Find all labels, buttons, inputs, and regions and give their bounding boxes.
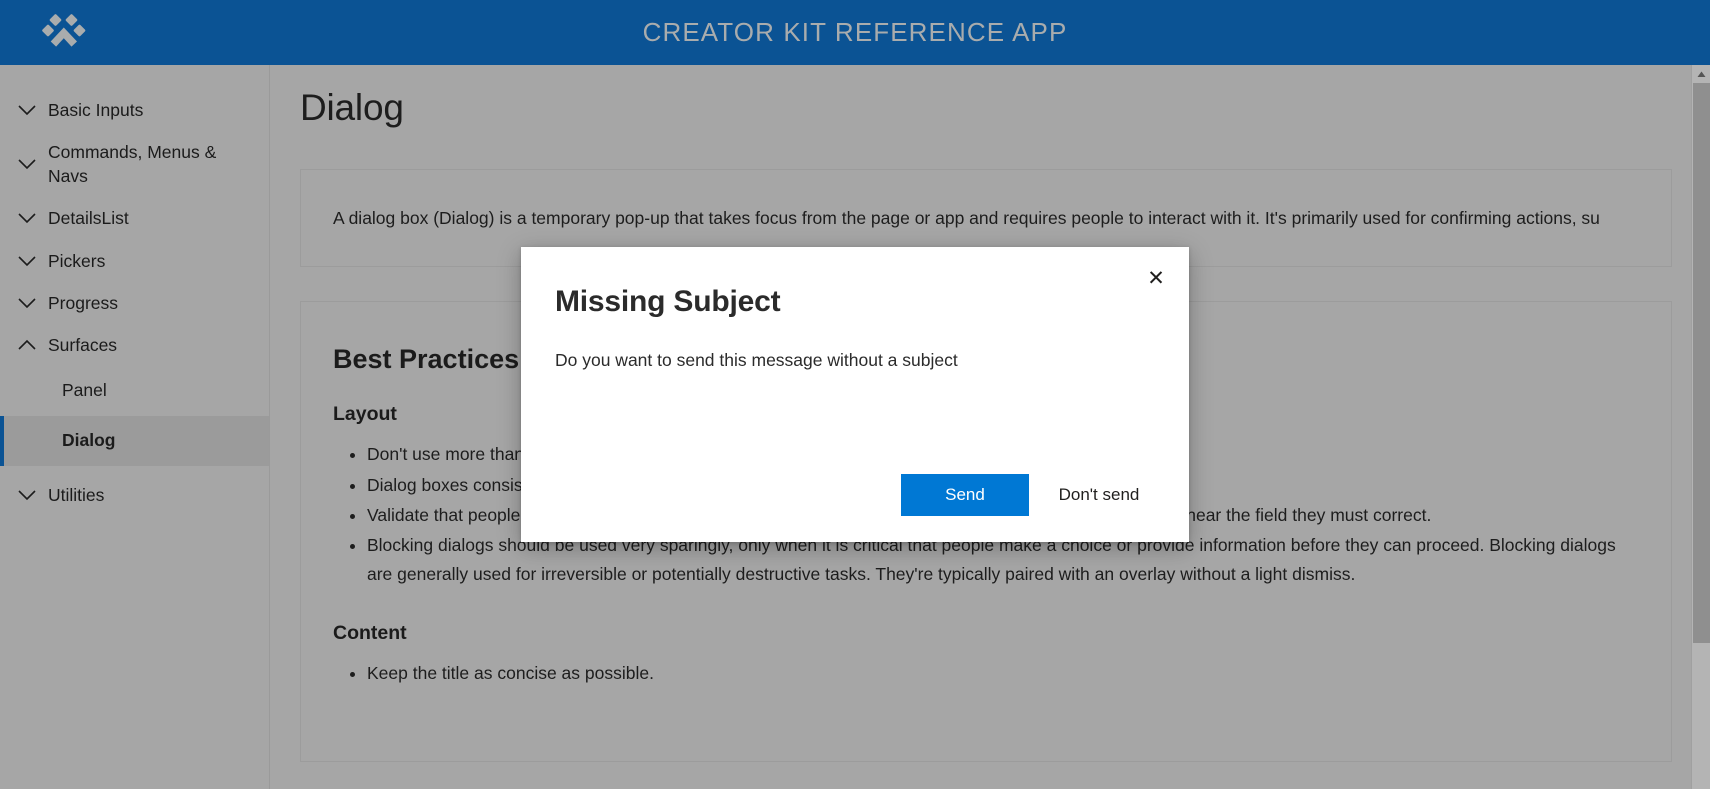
- sidebar-item-pickers[interactable]: Pickers: [0, 240, 269, 282]
- app-logo: [42, 13, 86, 53]
- chevron-down-icon: [14, 158, 40, 170]
- sidebar-item-basic-inputs[interactable]: Basic Inputs: [0, 89, 269, 131]
- dialog-footer: Send Don't send: [901, 474, 1159, 516]
- sidebar-item-label: Utilities: [48, 484, 105, 505]
- sidebar-item-label: Surfaces: [48, 334, 118, 355]
- close-icon[interactable]: ✕: [1135, 259, 1177, 297]
- dont-send-button[interactable]: Don't send: [1039, 474, 1159, 516]
- page-title: Dialog: [300, 87, 404, 128]
- app-header: CREATOR KIT REFERENCE APP: [0, 0, 1710, 65]
- sidebar-item-label: Basic Inputs: [48, 100, 144, 120]
- sidebar-item-surfaces[interactable]: Surfaces: [0, 324, 269, 366]
- sidebar-item-commands-menus-navs[interactable]: Commands, Menus & Navs: [0, 131, 269, 197]
- sidebar-item-label: DetailsList: [48, 208, 129, 229]
- sidebar-child-label: Dialog: [62, 430, 116, 451]
- sidebar-item-label: Commands, Menus & Navs: [48, 142, 217, 187]
- chevron-down-icon: [14, 255, 40, 267]
- sidebar-item-progress[interactable]: Progress: [0, 282, 269, 324]
- content-bullet-list: Keep the title as concise as possible.: [333, 659, 1639, 687]
- intro-text: A dialog box (Dialog) is a temporary pop…: [333, 208, 1600, 228]
- app-title: CREATOR KIT REFERENCE APP: [642, 17, 1068, 47]
- missing-subject-dialog: ✕ Missing Subject Do you want to send th…: [521, 247, 1189, 542]
- chevron-down-icon: [14, 297, 40, 309]
- dialog-message: Do you want to send this message without…: [555, 350, 958, 370]
- sidebar-item-label: Pickers: [48, 250, 106, 271]
- sidebar-child-label: Panel: [62, 380, 107, 401]
- scroll-up-arrow-icon[interactable]: [1692, 65, 1710, 83]
- sidebar-item-detailslist[interactable]: DetailsList: [0, 197, 269, 239]
- sidebar-item-utilities[interactable]: Utilities: [0, 474, 269, 516]
- dialog-title: Missing Subject: [555, 285, 781, 318]
- content-heading: Content: [333, 622, 407, 645]
- chevron-up-icon: [14, 339, 40, 351]
- send-button[interactable]: Send: [901, 474, 1029, 516]
- chevron-down-icon: [14, 104, 40, 116]
- sidebar-item-dialog[interactable]: Dialog: [0, 415, 269, 466]
- chevron-down-icon: [14, 212, 40, 224]
- sidebar-item-panel[interactable]: Panel: [0, 366, 269, 416]
- vertical-scrollbar[interactable]: [1691, 65, 1710, 789]
- chevron-down-icon: [14, 489, 40, 501]
- sidebar-navigation: Basic Inputs Commands, Menus & Navs Deta…: [0, 65, 270, 789]
- list-item: Keep the title as concise as possible.: [367, 659, 1639, 687]
- app-root: CREATOR KIT REFERENCE APP Basic Inputs C…: [0, 0, 1710, 789]
- sidebar-item-label: Progress: [48, 292, 119, 313]
- scrollbar-thumb[interactable]: [1693, 83, 1710, 643]
